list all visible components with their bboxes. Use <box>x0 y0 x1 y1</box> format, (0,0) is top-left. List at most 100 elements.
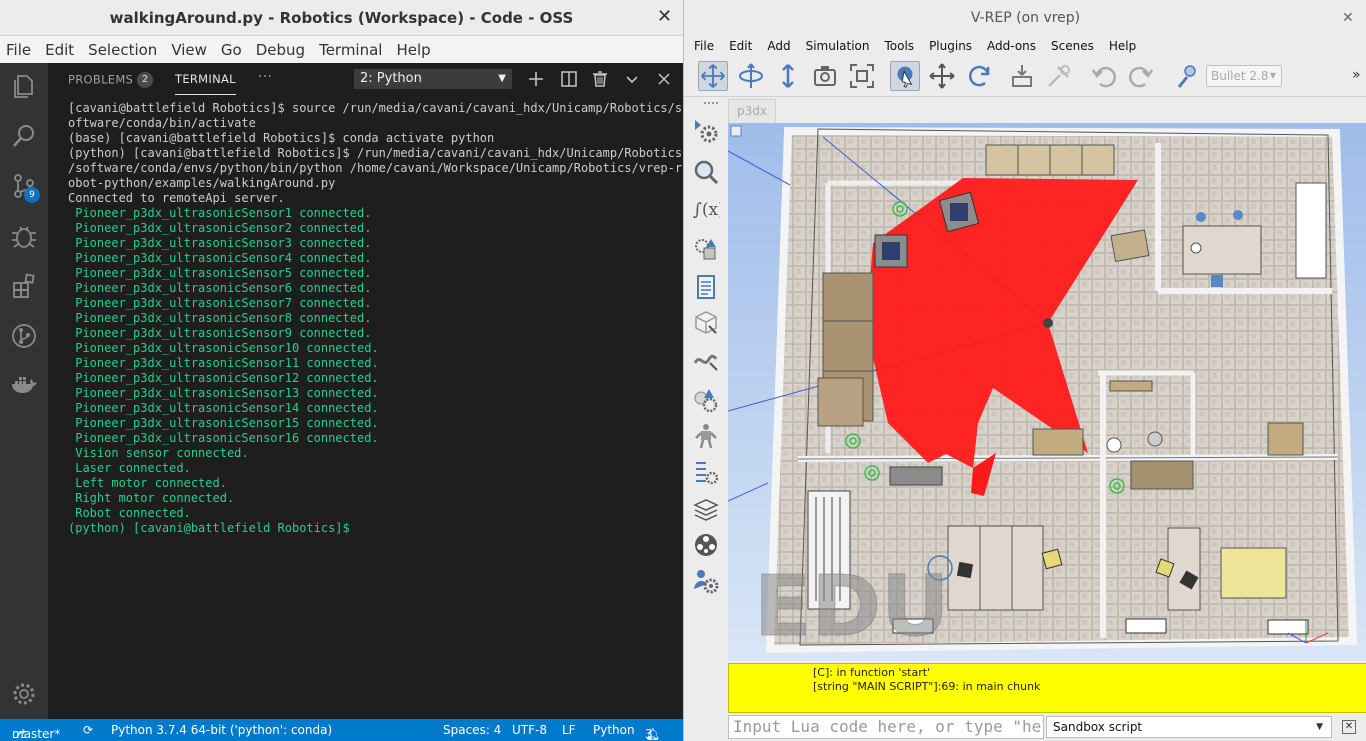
trash-icon[interactable] <box>590 69 610 89</box>
menu-selection[interactable]: Selection <box>88 41 157 59</box>
assemble-icon[interactable] <box>1007 61 1037 91</box>
camera-pan-icon[interactable] <box>698 61 728 91</box>
debug-icon[interactable] <box>9 221 39 251</box>
vrep-menu-simulation[interactable]: Simulation <box>806 39 870 53</box>
search-icon[interactable] <box>9 121 39 151</box>
dynamics-icon[interactable] <box>1172 61 1202 91</box>
primitives-icon[interactable] <box>692 386 720 414</box>
new-terminal-icon[interactable] <box>526 69 546 89</box>
python-interpreter[interactable]: Python 3.7.4 64-bit ('python': conda) <box>111 723 332 737</box>
explorer-icon[interactable] <box>9 71 39 101</box>
lua-command-input[interactable]: Input Lua code here, or type "help()" (u… <box>728 715 1044 739</box>
terminal-select-value: 2: Python <box>360 71 422 86</box>
menu-terminal[interactable]: Terminal <box>319 41 382 59</box>
terminal-line: Pioneer_p3dx_ultrasonicSensor11 connecte… <box>68 356 379 370</box>
undo-icon[interactable] <box>1089 61 1119 91</box>
vrep-menu-edit[interactable]: Edit <box>729 39 752 53</box>
menu-view[interactable]: View <box>171 41 207 59</box>
chevron-down-icon: ▼ <box>1316 722 1323 732</box>
status-console: [C]: in function 'start' [string "MAIN S… <box>728 663 1366 713</box>
vrep-menu-file[interactable]: File <box>694 39 714 53</box>
activity-bar: 9 <box>0 63 48 719</box>
path-icon[interactable] <box>692 345 720 373</box>
terminal-line: /software/conda/envs/python/bin/python /… <box>68 161 683 175</box>
terminal-line: Pioneer_p3dx_ultrasonicSensor3 connected… <box>68 236 372 250</box>
vrep-menu-plugins[interactable]: Plugins <box>929 39 972 53</box>
language-status[interactable]: Python <box>593 723 635 737</box>
code-close-button[interactable]: ✕ <box>657 6 672 27</box>
layers-settings-icon[interactable] <box>692 458 720 486</box>
terminal-line: Pioneer_p3dx_ultrasonicSensor5 connected… <box>68 266 372 280</box>
toolbar-overflow-icon[interactable]: » <box>1352 67 1361 83</box>
fit-to-view-icon[interactable] <box>847 61 877 91</box>
menu-help[interactable]: Help <box>396 41 430 59</box>
scene-object-icon[interactable] <box>692 308 720 336</box>
scene-tab[interactable]: p3dx <box>728 99 776 123</box>
vrep-toolbar: Bullet 2.8 ▼ » <box>684 57 1366 97</box>
redo-icon[interactable] <box>1126 61 1156 91</box>
video-recorder-icon[interactable] <box>692 531 720 559</box>
menu-edit[interactable]: Edit <box>45 41 74 59</box>
edu-watermark: EDU <box>754 557 949 655</box>
problems-count-badge: 2 <box>137 72 154 88</box>
camera-shift-icon[interactable] <box>773 61 803 91</box>
terminal-line: Pioneer_p3dx_ultrasonicSensor15 connecte… <box>68 416 379 430</box>
transfer-dna-icon[interactable] <box>1044 61 1074 91</box>
terminal-line: (python) [cavani@battlefield Robotics]$ <box>68 521 350 535</box>
vrep-menu-addons[interactable]: Add-ons <box>987 39 1036 53</box>
terminal-line: Pioneer_p3dx_ultrasonicSensor8 connected… <box>68 311 372 325</box>
model-browser-icon[interactable] <box>692 158 720 186</box>
chevron-down-icon: ▼ <box>498 73 506 84</box>
layers-icon[interactable] <box>692 496 720 524</box>
vrep-close-button[interactable]: ✕ <box>1342 10 1354 26</box>
terminal-output[interactable]: [cavani@battlefield Robotics]$ source /r… <box>68 101 683 536</box>
docker-icon[interactable] <box>9 371 39 401</box>
menu-file[interactable]: File <box>6 41 31 59</box>
object-rotate-icon[interactable] <box>964 61 994 91</box>
function-icon[interactable]: ∫(x) <box>692 194 720 222</box>
chevron-down-icon: ▼ <box>1269 71 1276 80</box>
code-menu-bar: File Edit Selection View Go Debug Termin… <box>0 36 683 63</box>
vrep-menu-scenes[interactable]: Scenes <box>1051 39 1094 53</box>
physics-engine-select[interactable]: Bullet 2.8 ▼ <box>1206 65 1282 87</box>
chevron-up-icon[interactable] <box>622 69 642 89</box>
terminal-line: Laser connected. <box>68 461 191 475</box>
menu-debug[interactable]: Debug <box>256 41 305 59</box>
scene-viewport[interactable]: EDU <box>728 123 1366 661</box>
vrep-menu-tools[interactable]: Tools <box>885 39 915 53</box>
vrep-menu-bar: File Edit Add Simulation Tools Plugins A… <box>684 36 1366 56</box>
document-icon[interactable] <box>692 273 720 301</box>
git-graph-icon[interactable] <box>9 321 39 351</box>
settings-icon[interactable] <box>9 679 39 709</box>
close-icon[interactable]: ✕ <box>1342 720 1356 734</box>
tab-problems[interactable]: PROBLEMS 2 <box>68 72 154 88</box>
camera-angle-icon[interactable] <box>810 61 840 91</box>
script-select[interactable]: Sandbox script ▼ <box>1046 716 1332 738</box>
terminal-select[interactable]: 2: Python ▼ <box>354 69 512 89</box>
close-panel-icon[interactable] <box>654 69 674 89</box>
indentation-status[interactable]: Spaces: 4 <box>443 723 501 737</box>
click-select-icon[interactable] <box>890 61 920 91</box>
extensions-icon[interactable] <box>9 271 39 301</box>
menu-go[interactable]: Go <box>221 41 242 59</box>
object-shift-icon[interactable] <box>927 61 957 91</box>
terminal-line: Pioneer_p3dx_ultrasonicSensor10 connecte… <box>68 341 379 355</box>
encoding-status[interactable]: UTF-8 <box>512 723 547 737</box>
vrep-menu-help[interactable]: Help <box>1109 39 1136 53</box>
shape-edit-icon[interactable] <box>692 236 720 264</box>
sync-icon[interactable]: ⟳ <box>83 723 93 737</box>
robot-icon[interactable] <box>692 422 720 450</box>
more-actions-icon[interactable]: ··· <box>258 69 272 85</box>
terminal-line: Pioneer_p3dx_ultrasonicSensor9 connected… <box>68 326 372 340</box>
user-settings-icon[interactable] <box>692 567 720 595</box>
camera-rotate-icon[interactable] <box>736 61 766 91</box>
scm-count-badge: 9 <box>24 187 40 203</box>
split-terminal-icon[interactable] <box>559 69 579 89</box>
eol-status[interactable]: LF <box>562 723 576 737</box>
terminal-line: Pioneer_p3dx_ultrasonicSensor2 connected… <box>68 221 372 235</box>
simulation-settings-icon[interactable] <box>692 117 720 145</box>
terminal-line: Pioneer_p3dx_ultrasonicSensor4 connected… <box>68 251 372 265</box>
svg-text:∫(x): ∫(x) <box>693 200 720 220</box>
vrep-menu-add[interactable]: Add <box>767 39 790 53</box>
tab-terminal[interactable]: TERMINAL <box>175 72 236 95</box>
